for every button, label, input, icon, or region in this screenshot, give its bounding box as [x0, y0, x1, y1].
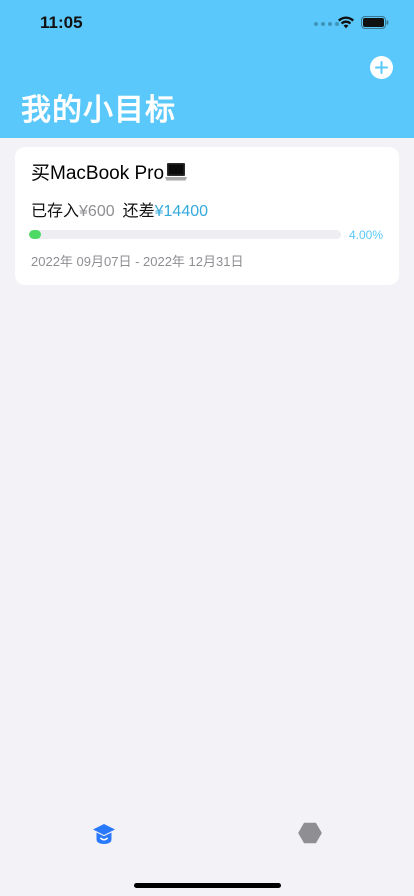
progress-bar: [29, 230, 341, 239]
status-bar: 11:05: [0, 0, 414, 46]
date-range: 2022年 09月07日 - 2022年 12月31日: [31, 254, 244, 269]
graduation-cap-icon: [93, 824, 115, 844]
amount-row: 已存入¥600 还差¥14400: [31, 201, 208, 223]
laptop-icon: [165, 163, 188, 181]
tab-home[interactable]: [92, 823, 116, 849]
page-title: 我的小目标: [21, 93, 176, 128]
cellular-signal-icon: [314, 22, 339, 26]
progress-bar-fill: [29, 230, 42, 239]
progress-percent: 4.00%: [349, 228, 384, 242]
battery-icon: [361, 16, 389, 29]
goal-title: 买MacBook Pro: [31, 161, 188, 187]
remaining-amount: ¥14400: [154, 203, 209, 220]
add-goal-button[interactable]: [370, 56, 393, 79]
saved-amount: ¥600: [79, 203, 115, 220]
home-indicator: [134, 883, 281, 888]
remaining-label: 还差: [122, 203, 155, 220]
wifi-icon: [338, 16, 354, 29]
goal-card[interactable]: 买MacBook Pro 已存入¥600 还差¥14400 4.00% 2022年…: [15, 147, 399, 285]
status-time: 11:05: [40, 13, 83, 32]
plus-icon: [375, 61, 388, 74]
goal-title-text: 买MacBook Pro: [31, 163, 165, 184]
header: 11:05 我的小目标: [0, 0, 414, 138]
hexagon-icon: [298, 822, 322, 844]
tab-more[interactable]: [298, 822, 322, 848]
saved-label: 已存入: [31, 203, 80, 220]
